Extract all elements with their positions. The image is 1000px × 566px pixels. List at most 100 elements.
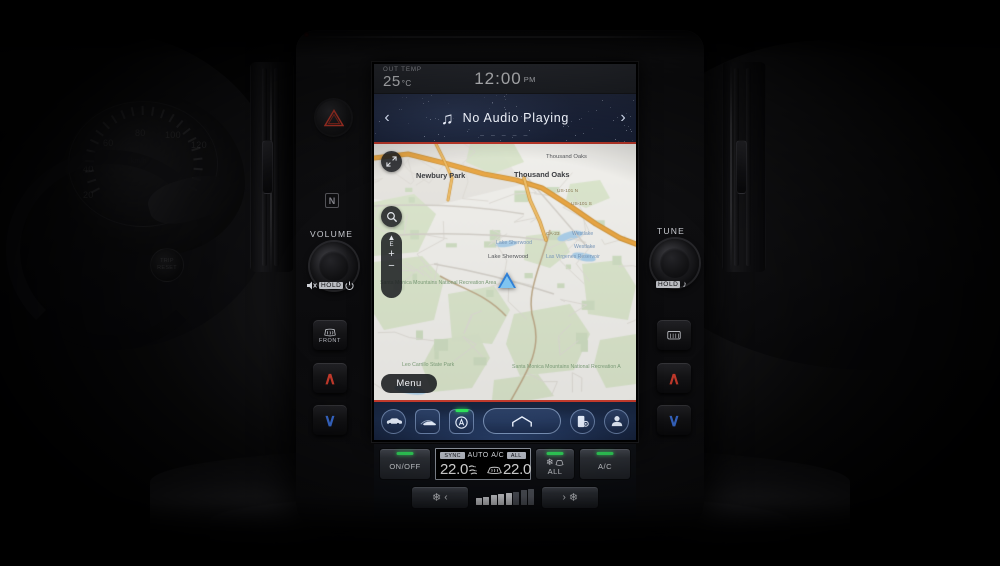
star-speck xyxy=(491,103,493,105)
temperature-display[interactable]: SYNC AUTO A/C ALL 22.0 22.0 xyxy=(435,448,531,480)
map-label: Lake Sherwood xyxy=(488,254,529,260)
left-temp-down-button[interactable]: ∨ xyxy=(313,405,347,435)
ac-button-label: A/C xyxy=(597,462,612,471)
map-search-button[interactable] xyxy=(381,206,402,227)
star-speck xyxy=(505,98,507,100)
auto-hold-icon xyxy=(455,415,468,429)
dashboard-top-shadow xyxy=(0,0,1000,58)
chevron-down-icon: ∨ xyxy=(323,410,337,430)
star-speck xyxy=(466,130,468,132)
volume-knob-label: VOLUME xyxy=(310,229,354,239)
map-label: Las Virgenes Reservoir xyxy=(546,254,600,260)
right-temp-down-button[interactable]: ∨ xyxy=(657,405,691,435)
left-temp-up-button[interactable]: ∧ xyxy=(313,363,347,393)
map-label: Thousand Oaks xyxy=(514,170,570,179)
trip-reset-line2: RESET xyxy=(157,265,177,271)
star-speck xyxy=(484,96,486,98)
star-speck xyxy=(504,95,506,97)
map-menu-button[interactable]: Menu xyxy=(381,374,437,393)
dock-item-device-settings[interactable] xyxy=(570,408,595,434)
star-speck xyxy=(505,94,507,96)
chevron-down-icon: ∨ xyxy=(667,410,681,430)
media-banner[interactable]: ‹ ♫ No Audio Playing › – – – – – xyxy=(374,94,636,143)
media-prev-button[interactable]: ‹ xyxy=(374,109,400,127)
star-speck xyxy=(574,135,576,137)
trip-reset-button[interactable]: TRIP RESET xyxy=(150,248,184,282)
star-speck xyxy=(592,128,594,130)
chevron-up-icon: ∧ xyxy=(667,368,681,388)
dashboard-bottom-shadow xyxy=(0,496,1000,566)
climate-row-primary: ON/OFF SYNC AUTO A/C ALL 22.0 22.0 ❄ ALL… xyxy=(379,448,631,480)
dock-item-auto-vehicle-hold[interactable] xyxy=(449,408,474,434)
mute-icon xyxy=(307,281,317,290)
rear-defrost-button[interactable] xyxy=(657,320,691,350)
mute-hold-power-label: HOLD xyxy=(307,281,355,290)
map-label: CA-23 xyxy=(546,232,560,237)
music-note-icon: ♫ xyxy=(440,108,454,128)
sync-indicator: SYNC xyxy=(440,452,465,459)
adas-icon xyxy=(419,420,436,426)
map-label: US-101 S xyxy=(571,202,592,207)
tune-knob-label: TUNE xyxy=(657,226,685,236)
map-label: Lake Sherwood xyxy=(496,240,533,246)
map-label: Leo Carrillo State Park xyxy=(402,362,455,368)
media-next-button[interactable]: › xyxy=(610,109,636,127)
star-speck xyxy=(405,96,407,98)
star-speck xyxy=(626,130,628,132)
air-vent-left[interactable] xyxy=(250,62,294,272)
air-vent-right-knob[interactable] xyxy=(736,140,747,194)
map-compass[interactable]: ▲ E xyxy=(388,233,396,248)
climate-defrost-all-button[interactable]: ❄ ALL xyxy=(535,448,575,480)
app-dock[interactable] xyxy=(374,400,636,440)
hazard-warning-button[interactable] xyxy=(316,100,351,135)
dock-item-home[interactable] xyxy=(483,408,561,434)
map-zoom-controls[interactable]: ▲ E + − xyxy=(381,232,402,298)
defrost-all-label: ALL xyxy=(547,466,563,476)
airflow-windshield-icon xyxy=(487,466,502,474)
star-speck xyxy=(511,136,513,138)
star-speck xyxy=(431,95,433,97)
air-vent-left-knob[interactable] xyxy=(262,140,273,194)
page-indicator-dots: – – – – – xyxy=(480,132,530,139)
map-fullscreen-button[interactable] xyxy=(381,151,402,172)
search-icon xyxy=(386,211,397,222)
auto-hold-led xyxy=(455,408,468,412)
dock-item-user-profile[interactable] xyxy=(604,408,629,434)
star-speck xyxy=(602,99,604,101)
navigation-map[interactable]: Thousand Oaks Thousand Oaks Newbury Park US… xyxy=(374,142,636,400)
home-icon xyxy=(512,415,532,427)
speed-tick-60: 60 xyxy=(103,138,114,148)
defrost-all-led xyxy=(546,451,564,455)
vent-highlight xyxy=(730,62,732,272)
map-zoom-in-button[interactable]: + xyxy=(388,249,394,260)
ac-button-led xyxy=(596,451,614,455)
ac-indicator: A/C xyxy=(491,452,505,459)
climate-power-label: ON/OFF xyxy=(389,462,421,471)
clock: 12:00 PM xyxy=(374,69,636,89)
nfc-icon: N xyxy=(325,193,339,208)
dock-item-vehicle-settings[interactable] xyxy=(381,408,406,434)
speed-tick-120: 120 xyxy=(191,140,207,150)
star-speck xyxy=(632,100,634,102)
star-speck xyxy=(503,106,505,108)
status-bar: OUT TEMP 25°C 12:00 PM xyxy=(374,64,636,94)
star-speck xyxy=(468,128,470,130)
climate-power-button[interactable]: ON/OFF xyxy=(379,448,431,480)
right-temp-up-button[interactable]: ∧ xyxy=(657,363,691,393)
star-speck xyxy=(566,140,568,142)
map-label: Newbury Park xyxy=(416,171,466,180)
climate-power-led xyxy=(396,451,414,455)
temperature-values-row: 22.0 22.0 xyxy=(436,460,531,478)
person-icon xyxy=(611,416,622,427)
tune-hold-chip: HOLD xyxy=(656,280,681,288)
climate-ac-button[interactable]: A/C xyxy=(579,448,631,480)
star-speck xyxy=(427,100,429,102)
infotainment-screen[interactable]: OUT TEMP 25°C 12:00 PM ‹ ♫ No Audio Playi… xyxy=(374,64,636,440)
dock-item-driver-assist[interactable] xyxy=(415,408,440,434)
passenger-temperature: 22.0 xyxy=(503,460,531,478)
air-vent-right[interactable] xyxy=(722,62,766,272)
star-speck xyxy=(609,106,611,108)
map-zoom-out-button[interactable]: − xyxy=(388,261,394,272)
star-speck xyxy=(492,101,494,103)
front-defrost-button[interactable]: FRONT xyxy=(313,320,347,350)
